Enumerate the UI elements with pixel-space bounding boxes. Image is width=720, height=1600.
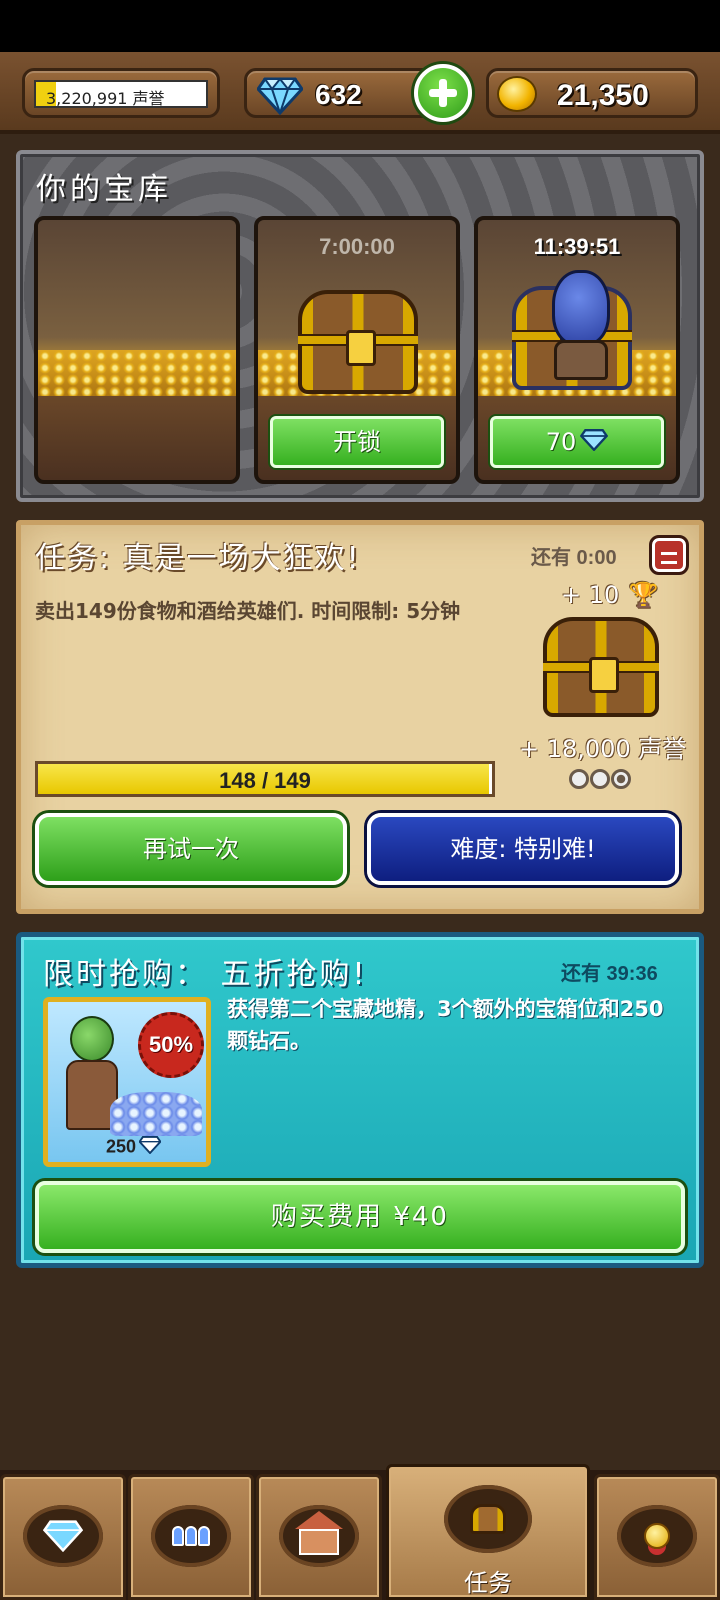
sale-offer-image: 50% 250 [43,997,211,1167]
treasury-panel: 你的宝库 7:00:00 开锁 11:39:51 70 [16,150,704,502]
gold-counter[interactable]: 21,350 [486,68,698,118]
add-gems-button[interactable] [414,64,472,122]
quest-progress-bar: 148 / 149 [35,761,495,797]
quest-time-remaining: 还有 0:00 [531,547,617,569]
house-icon [295,1511,343,1555]
abandon-quest-button[interactable] [649,535,689,575]
gold-count-value: 21,350 [557,79,649,112]
treasury-slot-empty[interactable] [34,216,240,484]
gem-count-value: 632 [315,79,362,110]
offer-gem-count: 250 [106,1136,162,1159]
reputation-meter: 3,220,991 声誉 [22,68,220,118]
treasury-title: 你的宝库 [36,172,172,207]
sale-description: 获得第二个宝藏地精，3个额外的宝箱位和250颗钻石。 [227,997,664,1053]
speedup-cost: 70 [545,428,577,456]
reputation-value: 3,220,991 声誉 [46,89,165,108]
star-empty-icon [569,769,589,789]
quest-progress-text: 148 / 149 [219,768,311,793]
nav-tab-gems[interactable] [0,1474,126,1600]
reward-reputation: + 18,000 声誉 [519,735,687,763]
treasure-goblin-icon [70,1016,114,1062]
nav-tab-label: 任务 [464,1569,512,1597]
flash-sale-panel: 限时抢购： 五折抢购! 还有 39:36 50% 250 获得第二个宝藏地精，3… [16,932,704,1268]
speedup-gems-button[interactable]: 70 [490,416,664,468]
diamond-icon [256,77,304,119]
nav-tab-quests[interactable]: 任务 [386,1464,590,1600]
quest-title: 任务: 真是一场大狂欢! [35,541,361,576]
reward-chest-icon [543,617,659,717]
treasure-gnome-icon [552,270,610,346]
medal-icon [644,1523,670,1549]
diamond-icon [138,1136,162,1159]
discount-badge: 50% [138,1012,204,1078]
quest-description: 卖出149份食物和酒给英雄们. 时间限制: 5分钟 [35,599,461,623]
nav-tab-tavern[interactable] [256,1474,382,1600]
gold-coin-icon [497,76,537,112]
diamond-icon [23,1505,103,1567]
people-icon [172,1526,210,1546]
nav-tab-heroes[interactable] [128,1474,254,1600]
difficulty-stars [569,769,632,793]
treasury-slot-unlocking[interactable]: 11:39:51 70 [474,216,680,484]
unlock-button[interactable]: 开锁 [270,416,444,468]
slot-timer: 11:39:51 [533,234,621,259]
retry-button[interactable]: 再试一次 [35,813,347,885]
status-bar [0,0,720,52]
sale-title: 限时抢购： 五折抢购! [43,957,368,992]
gold-pile-image [38,350,236,396]
treasury-slot-locked[interactable]: 7:00:00 开锁 [254,216,460,484]
trophy-icon: 🏆 [628,581,659,609]
star-empty-icon [590,769,610,789]
gem-pile-icon [110,1092,202,1136]
reward-trophies: + 10 🏆 [561,581,659,609]
currency-bar: 3,220,991 声誉 632 21,350 [0,52,720,134]
treasure-chest-icon [298,290,418,394]
difficulty-button[interactable]: 难度: 特别难! [367,813,679,885]
slot-timer: 7:00:00 [319,234,395,259]
buy-button[interactable]: 购买费用 ¥40 [35,1181,685,1253]
quest-panel: 任务: 真是一场大狂欢! 还有 0:00 卖出149份食物和酒给英雄们. 时间限… [16,520,704,914]
bottom-navigation: 任务 [0,1464,720,1600]
diamond-icon [580,420,609,466]
chest-icon [470,1504,506,1534]
sale-time-remaining: 还有 39:36 [561,963,658,985]
star-filled-icon [611,769,631,789]
nav-tab-achievements[interactable] [594,1474,720,1600]
